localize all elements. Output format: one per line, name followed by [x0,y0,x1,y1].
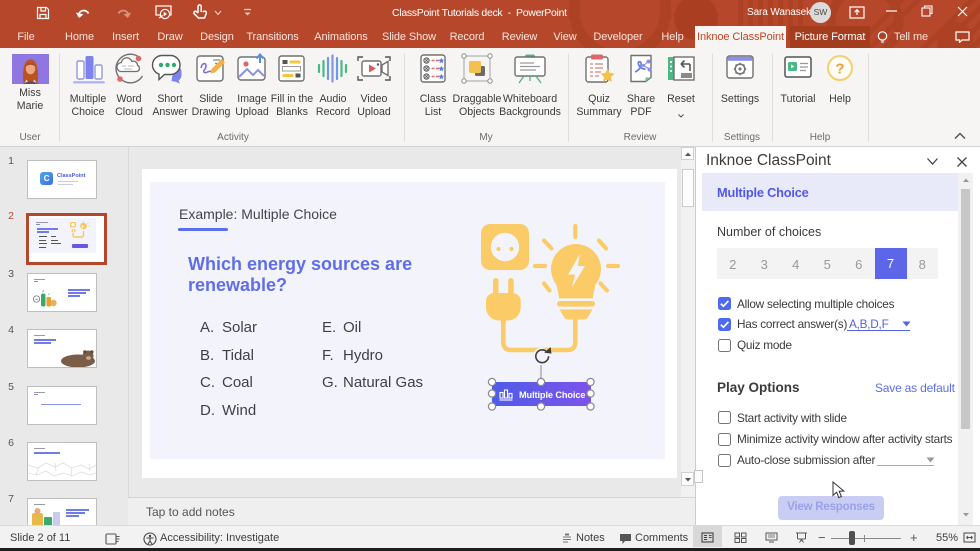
svg-text:?: ? [835,61,844,78]
